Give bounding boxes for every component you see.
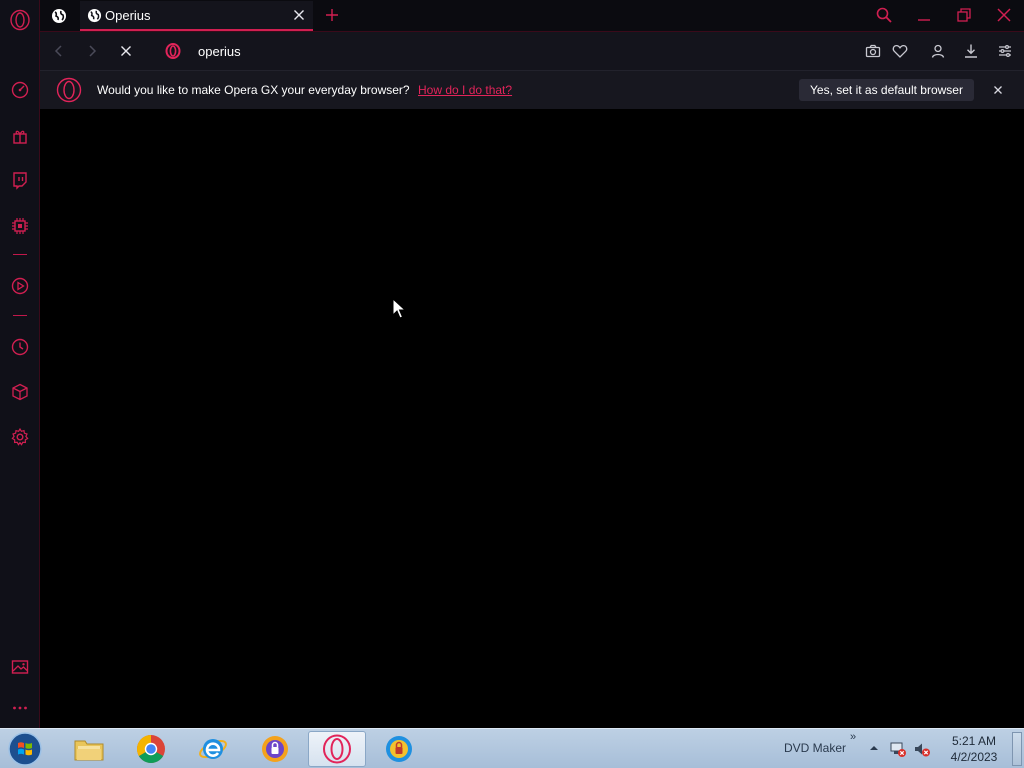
close-tab-icon[interactable] — [288, 4, 310, 26]
tab-operius[interactable]: Operius — [80, 1, 313, 31]
ellipsis-icon[interactable] — [8, 696, 32, 720]
tab-strip: Operius — [40, 0, 1024, 31]
system-clock[interactable]: 5:21 AM 4/2/2023 — [944, 733, 1004, 765]
opera-o-icon — [323, 734, 351, 764]
sidebar-divider — [13, 315, 27, 316]
speedometer-icon[interactable] — [8, 78, 32, 102]
ie-icon — [199, 739, 227, 759]
page-content[interactable] — [41, 109, 1024, 728]
mouse-cursor-icon — [392, 298, 406, 319]
sidebar — [0, 0, 40, 728]
new-tab-plus-icon[interactable] — [321, 4, 343, 26]
taskbar-internet-explorer[interactable] — [184, 731, 242, 767]
set-default-browser-button[interactable]: Yes, set it as default browser — [799, 79, 974, 101]
toolbar-chevron[interactable]: » — [850, 731, 856, 743]
pinned-tab-globe-icon[interactable] — [48, 5, 70, 27]
clock-date: 4/2/2023 — [950, 750, 998, 764]
taskbar-lock-app-1[interactable] — [246, 731, 304, 767]
url-text: operius — [198, 43, 241, 59]
screen: Operius operius Would you like to make O… — [0, 0, 1024, 768]
clock-icon[interactable] — [8, 335, 32, 359]
taskbar-opera-gx[interactable] — [308, 731, 366, 767]
minimize-icon[interactable] — [910, 3, 938, 27]
download-icon[interactable] — [960, 40, 982, 62]
lock-app-icon — [386, 736, 412, 762]
taskbar: DVD Maker » 5:21 AM 4/2/2023 — [0, 728, 1024, 768]
sidebar-divider — [13, 254, 27, 255]
chip-icon[interactable] — [8, 214, 32, 238]
address-field[interactable]: operius — [160, 37, 850, 65]
gear-icon[interactable] — [8, 425, 32, 449]
default-browser-notification: Would you like to make Opera GX your eve… — [40, 70, 1024, 109]
opera-o-icon — [160, 38, 186, 64]
dvd-maker-toolbar[interactable]: DVD Maker — [784, 741, 846, 755]
volume-muted-icon[interactable] — [913, 740, 931, 758]
restore-icon[interactable] — [950, 3, 978, 27]
easy-setup-icon[interactable] — [994, 40, 1016, 62]
chrome-icon — [137, 735, 165, 763]
camera-icon[interactable] — [862, 40, 884, 62]
cube-icon[interactable] — [8, 380, 32, 404]
windows-orb-icon — [8, 732, 42, 766]
account-icon[interactable] — [927, 40, 949, 62]
opera-menu-icon[interactable] — [8, 8, 32, 32]
play-icon[interactable] — [8, 274, 32, 298]
taskbar-chrome[interactable] — [122, 731, 180, 767]
stop-loading-icon[interactable] — [115, 40, 137, 62]
close-window-icon[interactable] — [990, 3, 1018, 27]
taskbar-lock-app-2[interactable] — [370, 731, 428, 767]
notification-message: Would you like to make Opera GX your eve… — [97, 83, 410, 97]
show-hidden-icons-icon[interactable] — [869, 743, 879, 753]
taskbar-explorer[interactable] — [60, 731, 118, 767]
dismiss-notification-icon[interactable] — [988, 80, 1008, 100]
show-desktop-button[interactable] — [1012, 732, 1022, 766]
search-tabs-icon[interactable] — [870, 3, 898, 27]
tab-title: Operius — [105, 7, 151, 23]
network-icon[interactable] — [889, 740, 907, 758]
lock-app-icon — [262, 736, 288, 762]
forward-icon[interactable] — [81, 40, 103, 62]
opera-gx-logo-icon — [56, 77, 82, 103]
clock-time: 5:21 AM — [951, 734, 997, 748]
back-icon[interactable] — [48, 40, 70, 62]
image-icon[interactable] — [8, 655, 32, 679]
twitch-icon[interactable] — [8, 168, 32, 192]
folder-icon — [74, 740, 104, 761]
how-to-link[interactable]: How do I do that? — [418, 83, 512, 97]
start-button[interactable] — [6, 731, 44, 767]
gift-icon[interactable] — [8, 124, 32, 148]
globe-icon — [86, 7, 102, 23]
address-toolbar: operius — [40, 31, 1024, 70]
heart-icon[interactable] — [889, 40, 911, 62]
